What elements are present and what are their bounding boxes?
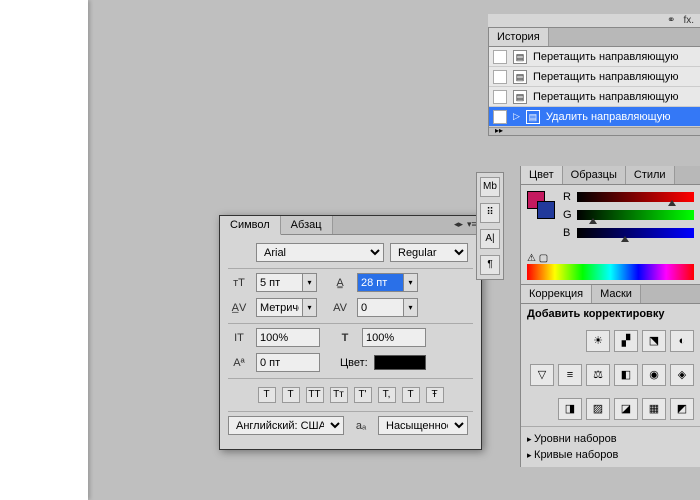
options-strip: ⚭ fx. [488,14,700,28]
adj-vibrance[interactable]: ▽ [530,364,554,386]
tab-adjustments[interactable]: Коррекция [521,285,592,303]
adj-exposure[interactable]: ◐ [670,330,694,352]
character-panel: Символ Абзац ◂▸ ▾≡ Arial Regular тT ▾ A͇… [219,215,482,450]
tracking-field[interactable]: ▾ [357,298,418,317]
panel-collapse-grip[interactable] [489,127,700,135]
r-slider[interactable] [577,192,694,202]
adj-invert[interactable]: ◨ [558,398,582,420]
tab-color[interactable]: Цвет [521,166,563,184]
kerning-icon: A̲V [228,302,250,314]
adj-hue[interactable]: ≡ [558,364,582,386]
history-item[interactable]: ▷▤Удалить направляющую [489,107,700,127]
adj-channel-mixer[interactable]: ◈ [670,364,694,386]
baseline-field[interactable] [256,353,320,372]
fx-icon[interactable]: fx. [683,15,694,26]
tab-paragraph[interactable]: Абзац [281,216,333,234]
link-icon[interactable]: ⚭ [667,15,675,26]
style-smallcaps[interactable]: Tт [330,387,348,403]
history-item[interactable]: ▤Перетащить направляющую [489,67,700,87]
color-spectrum[interactable] [527,264,694,280]
language-select[interactable]: Английский: США [228,416,344,435]
panel-dock: Mb ⠿ A| ¶ [476,172,504,280]
antialias-icon: aₐ [350,420,372,432]
text-style-row: T T TT Tт T' T, T Ŧ [228,383,473,407]
history-panel: История ▤Перетащить направляющую ▤Перета… [488,28,700,136]
dots-icon[interactable]: ⠿ [480,203,500,223]
style-allcaps[interactable]: TT [306,387,324,403]
tab-styles[interactable]: Стили [626,166,675,184]
collapse-icon[interactable]: ◂▸ [454,219,464,230]
preset-curves[interactable]: Кривые наборов [527,447,694,463]
adj-curves[interactable]: ⬔ [642,330,666,352]
preset-levels[interactable]: Уровни наборов [527,431,694,447]
history-item[interactable]: ▤Перетащить направляющую [489,47,700,67]
current-marker-icon: ▷ [513,111,520,122]
guide-icon: ▤ [513,50,527,64]
canvas-area[interactable] [0,0,88,500]
tab-history[interactable]: История [489,28,549,46]
font-size-field[interactable]: ▾ [256,273,317,292]
kerning-field[interactable]: ▾ [256,298,317,317]
tab-swatches[interactable]: Образцы [563,166,626,184]
style-underline[interactable]: T [402,387,420,403]
font-style-select[interactable]: Regular [390,243,468,262]
tracking-icon: AV [329,302,351,314]
style-superscript[interactable]: T' [354,387,372,403]
type-panel-icon[interactable]: A| [480,229,500,249]
color-panel: Цвет Образцы Стили R G B ⚠ ▢ [520,166,700,286]
adj-gradient-map[interactable]: ▦ [642,398,666,420]
style-italic[interactable]: T [282,387,300,403]
r-label: R [563,191,573,203]
adj-photo-filter[interactable]: ◉ [642,364,666,386]
adj-heading: Добавить корректировку [521,304,700,324]
guide-icon: ▤ [513,70,527,84]
b-label: B [563,227,573,239]
adj-threshold[interactable]: ◪ [614,398,638,420]
color-label: Цвет: [340,357,368,369]
bg-color-swatch[interactable] [537,201,555,219]
history-list[interactable]: ▤Перетащить направляющую ▤Перетащить нап… [489,47,700,127]
adj-bw[interactable]: ◧ [614,364,638,386]
vscale-field[interactable] [256,328,320,347]
char-panel-tabs: Символ Абзац ◂▸ ▾≡ [220,216,481,235]
baseline-icon: Aª [228,357,250,369]
tab-symbol[interactable]: Символ [220,216,281,235]
adj-brightness[interactable]: ☀ [586,330,610,352]
hscale-icon: T [334,332,356,344]
guide-icon: ▤ [513,90,527,104]
paragraph-panel-icon[interactable]: ¶ [480,255,500,275]
history-item[interactable]: ▤Перетащить направляющую [489,87,700,107]
vscale-icon: IT [228,332,250,344]
guide-icon: ▤ [526,110,540,124]
gamut-warning-icon[interactable]: ⚠ ▢ [527,253,548,264]
adj-posterize[interactable]: ▨ [586,398,610,420]
style-strike[interactable]: Ŧ [426,387,444,403]
mb-icon[interactable]: Mb [480,177,500,197]
b-slider[interactable] [577,228,694,238]
font-size-icon: тT [228,277,250,289]
font-family-select[interactable]: Arial [256,243,384,262]
adj-levels[interactable]: ▞ [614,330,638,352]
leading-icon: A͇ [329,277,351,289]
adj-selective[interactable]: ◩ [670,398,694,420]
g-label: G [563,209,573,221]
style-subscript[interactable]: T, [378,387,396,403]
adj-balance[interactable]: ⚖ [586,364,610,386]
fg-bg-swatches[interactable] [527,191,557,221]
tab-masks[interactable]: Маски [592,285,641,303]
g-slider[interactable] [577,210,694,220]
antialias-select[interactable]: Насыщенное [378,416,468,435]
text-color-swatch[interactable] [374,355,426,370]
style-bold[interactable]: T [258,387,276,403]
adjustments-panel: Коррекция Маски Добавить корректировку ☀… [520,284,700,467]
leading-field[interactable]: ▾ [357,273,418,292]
hscale-field[interactable] [362,328,426,347]
